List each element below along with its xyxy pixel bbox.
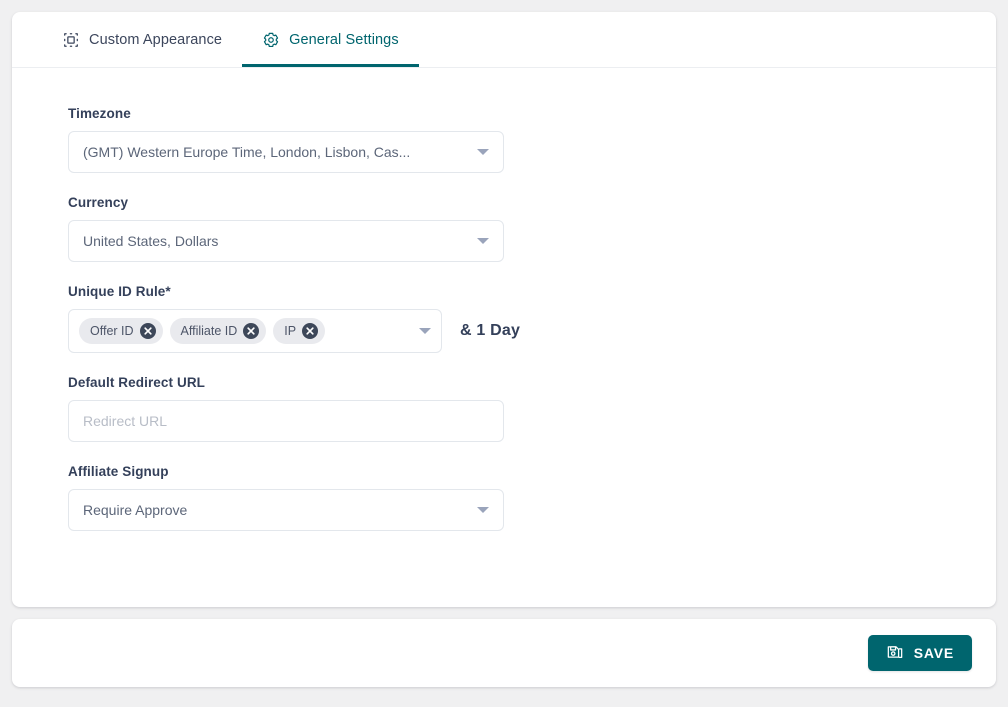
affiliate-signup-label: Affiliate Signup <box>68 464 169 479</box>
field-affiliate-signup: Affiliate Signup Require Approve <box>68 464 996 531</box>
chip[interactable]: Affiliate ID <box>169 318 267 344</box>
chip-remove-icon[interactable] <box>243 323 260 339</box>
affiliate-signup-value: Require Approve <box>83 502 188 518</box>
unique-id-rule-chips: Offer ID Affiliate ID IP <box>79 318 411 344</box>
timezone-row: (GMT) Western Europe Time, London, Lisbo… <box>68 131 996 173</box>
tab-label: Custom Appearance <box>89 31 223 48</box>
chevron-down-icon <box>477 149 489 155</box>
save-button-label: SAVE <box>913 645 954 661</box>
gear-icon <box>262 31 280 49</box>
chevron-down-icon <box>477 238 489 244</box>
default-redirect-url-placeholder: Redirect URL <box>83 413 168 429</box>
timezone-select[interactable]: (GMT) Western Europe Time, London, Lisbo… <box>68 131 504 173</box>
chip-label: Offer ID <box>90 323 134 338</box>
currency-label: Currency <box>68 195 129 210</box>
default-redirect-url-label: Default Redirect URL <box>68 375 206 390</box>
settings-card: Custom Appearance General Settings Timez… <box>12 12 996 607</box>
tab-custom-appearance[interactable]: Custom Appearance <box>42 12 242 67</box>
chip-label: Affiliate ID <box>180 323 238 338</box>
chip[interactable]: IP <box>273 318 326 344</box>
currency-value: United States, Dollars <box>83 233 219 249</box>
currency-row: United States, Dollars <box>68 220 996 262</box>
chevron-down-icon <box>419 328 431 334</box>
unique-id-rule-multiselect[interactable]: Offer ID Affiliate ID IP <box>68 309 442 353</box>
tab-general-settings[interactable]: General Settings <box>242 12 419 67</box>
save-floppy-icon <box>886 644 904 662</box>
currency-select[interactable]: United States, Dollars <box>68 220 504 262</box>
field-unique-id-rule: Unique ID Rule* Offer ID Affiliate ID IP… <box>68 284 996 353</box>
default-redirect-url-field[interactable]: Redirect URL <box>68 400 504 442</box>
field-timezone: Timezone (GMT) Western Europe Time, Lond… <box>68 106 996 173</box>
affiliate-signup-select[interactable]: Require Approve <box>68 489 504 531</box>
settings-page: Custom Appearance General Settings Timez… <box>0 0 1008 707</box>
unique-id-rule-row: Offer ID Affiliate ID IP & 1 Day <box>68 309 996 353</box>
chevron-down-icon <box>477 507 489 513</box>
unique-id-rule-label: Unique ID Rule* <box>68 284 171 299</box>
timezone-value: (GMT) Western Europe Time, London, Lisbo… <box>83 144 411 160</box>
timezone-label: Timezone <box>68 106 131 121</box>
chip[interactable]: Offer ID <box>79 318 163 344</box>
tab-label: General Settings <box>289 31 399 48</box>
default-redirect-url-row: Redirect URL <box>68 400 996 442</box>
chip-label: IP <box>284 323 297 338</box>
chip-remove-icon[interactable] <box>139 323 156 339</box>
selection-frame-icon <box>62 31 80 49</box>
tab-bar: Custom Appearance General Settings <box>12 12 996 68</box>
field-default-redirect-url: Default Redirect URL Redirect URL <box>68 375 996 442</box>
affiliate-signup-row: Require Approve <box>68 489 996 531</box>
chip-remove-icon[interactable] <box>302 323 319 339</box>
field-currency: Currency United States, Dollars <box>68 195 996 262</box>
action-bar: SAVE <box>12 619 996 687</box>
unique-id-rule-duration: & 1 Day <box>460 322 521 339</box>
general-settings-form: Timezone (GMT) Western Europe Time, Lond… <box>12 68 996 531</box>
save-button[interactable]: SAVE <box>867 635 972 671</box>
